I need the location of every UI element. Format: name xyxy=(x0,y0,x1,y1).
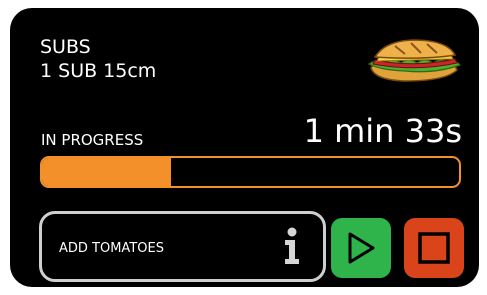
play-button[interactable] xyxy=(331,218,391,278)
stop-icon xyxy=(418,232,450,264)
sandwich-icon xyxy=(367,39,462,82)
progress-bar xyxy=(40,156,461,188)
stop-button[interactable] xyxy=(404,218,464,278)
status-label: IN PROGRESS xyxy=(41,131,144,149)
kitchen-display-screen: SUBS 1 SUB 15cm IN PROGRESS 1 min 33s AD… xyxy=(10,8,479,287)
time-remaining: 1 min 33s xyxy=(303,112,462,150)
progress-fill xyxy=(42,158,172,186)
order-category: SUBS xyxy=(40,36,91,58)
instruction-text: ADD TOMATOES xyxy=(59,241,164,256)
order-portion: 1 SUB 15cm xyxy=(40,60,157,82)
instruction-note[interactable]: ADD TOMATOES xyxy=(39,211,326,282)
info-icon[interactable] xyxy=(282,227,302,265)
play-icon xyxy=(348,232,375,264)
